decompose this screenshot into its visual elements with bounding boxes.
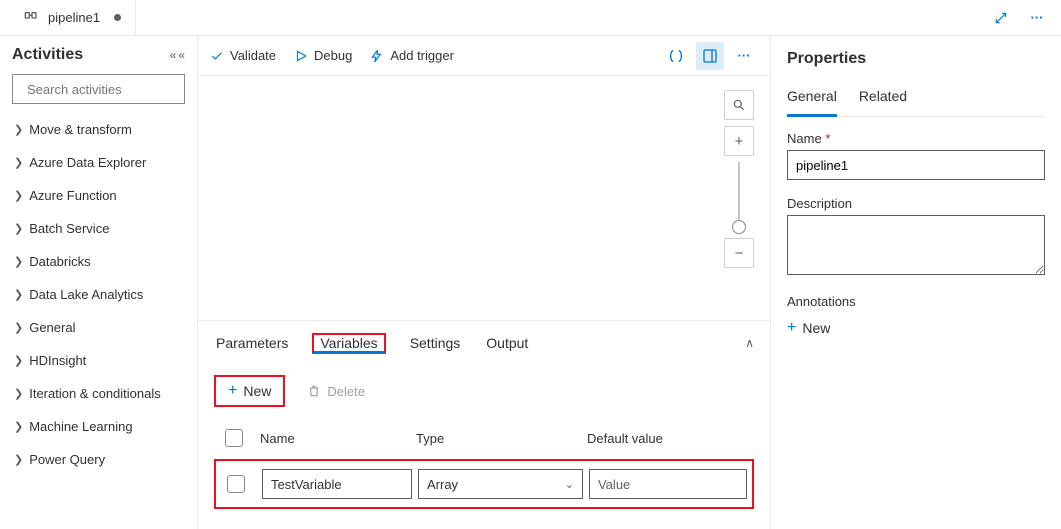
name-label: Name * <box>787 131 1045 146</box>
pipeline-name-input[interactable] <box>787 150 1045 180</box>
expand-icon[interactable] <box>987 4 1015 32</box>
add-trigger-button[interactable]: Add trigger <box>370 48 454 63</box>
sidebar-item-databricks[interactable]: ❯Databricks <box>12 248 185 275</box>
sidebar-item-batch-service[interactable]: ❯Batch Service <box>12 215 185 242</box>
plus-icon: + <box>787 319 796 337</box>
chevron-right-icon: ❯ <box>14 354 23 367</box>
tab-bar: pipeline1 ··· <box>0 0 1061 36</box>
variable-default-input[interactable]: Value <box>589 469 747 499</box>
plus-icon: + <box>228 382 237 400</box>
pipeline-editor: Validate Debug Add trigger ··· <box>198 36 771 529</box>
chevron-right-icon: ❯ <box>14 156 23 169</box>
delete-variable-button: Delete <box>295 379 377 404</box>
new-annotation-button[interactable]: + New <box>787 319 830 337</box>
select-all-checkbox[interactable] <box>225 429 243 447</box>
validate-button[interactable]: Validate <box>210 48 276 63</box>
variable-type-select[interactable]: Array ⌄ <box>418 469 583 499</box>
debug-button[interactable]: Debug <box>294 48 352 63</box>
chevron-right-icon: ❯ <box>14 420 23 433</box>
chevron-right-icon: ❯ <box>14 288 23 301</box>
tab-settings[interactable]: Settings <box>408 325 463 361</box>
chevron-right-icon: ❯ <box>14 123 23 136</box>
pipeline-tab[interactable]: pipeline1 <box>10 0 136 35</box>
config-panel: Parameters Variables Settings Output ∧ +… <box>198 320 770 529</box>
header-type: Type <box>416 431 581 446</box>
tab-output[interactable]: Output <box>484 325 530 361</box>
zoom-fit-button[interactable] <box>724 90 754 120</box>
chevron-right-icon: ❯ <box>14 387 23 400</box>
description-label: Description <box>787 196 1045 211</box>
zoom-in-button[interactable]: + <box>724 126 754 156</box>
trash-icon <box>307 384 321 398</box>
zoom-out-button[interactable]: − <box>724 238 754 268</box>
chevron-down-icon: ⌄ <box>565 478 574 491</box>
sidebar-item-iteration-conditionals[interactable]: ❯Iteration & conditionals <box>12 380 185 407</box>
sidebar-item-power-query[interactable]: ❯Power Query <box>12 446 185 473</box>
new-variable-button[interactable]: + New <box>214 375 285 407</box>
variables-header: Name Type Default value <box>214 421 754 455</box>
sidebar-item-hdinsight[interactable]: ❯HDInsight <box>12 347 185 374</box>
sidebar-item-azure-data-explorer[interactable]: ❯Azure Data Explorer <box>12 149 185 176</box>
properties-panel: Properties General Related Name * Descri… <box>771 36 1061 529</box>
check-icon <box>210 49 224 63</box>
search-icon <box>732 98 746 112</box>
sidebar-collapse-icon[interactable]: «« <box>170 48 185 62</box>
play-icon <box>294 49 308 63</box>
sidebar-item-azure-function[interactable]: ❯Azure Function <box>12 182 185 209</box>
row-checkbox[interactable] <box>227 475 245 493</box>
properties-toggle-icon[interactable] <box>696 42 724 70</box>
more-icon[interactable]: ··· <box>1023 4 1051 32</box>
zoom-slider-thumb[interactable] <box>732 220 746 234</box>
activities-sidebar: Activities «« ❯Move & transform ❯Azure D… <box>0 36 198 529</box>
chevron-right-icon: ❯ <box>14 453 23 466</box>
search-activities-input[interactable] <box>12 74 185 104</box>
sidebar-item-machine-learning[interactable]: ❯Machine Learning <box>12 413 185 440</box>
header-default: Default value <box>587 431 745 446</box>
tab-right-actions: ··· <box>987 4 1061 32</box>
zoom-controls: + − <box>724 90 754 268</box>
chevron-right-icon: ❯ <box>14 189 23 202</box>
tab-parameters[interactable]: Parameters <box>214 325 290 361</box>
header-name: Name <box>260 431 410 446</box>
zoom-slider[interactable] <box>738 162 740 232</box>
pipeline-toolbar: Validate Debug Add trigger ··· <box>198 36 770 76</box>
annotations-label: Annotations <box>787 294 1045 309</box>
sidebar-item-move-transform[interactable]: ❯Move & transform <box>12 116 185 143</box>
properties-title: Properties <box>787 50 1045 68</box>
tab-title: pipeline1 <box>48 10 100 25</box>
chevron-right-icon: ❯ <box>14 321 23 334</box>
unsaved-dot-icon <box>114 14 121 21</box>
pipeline-icon <box>24 10 40 26</box>
search-activities-field[interactable] <box>27 82 203 97</box>
properties-tabs: General Related <box>787 82 1045 117</box>
description-textarea[interactable] <box>787 215 1045 275</box>
chevron-right-icon: ❯ <box>14 222 23 235</box>
toolbar-more-icon[interactable]: ··· <box>730 42 758 70</box>
lightning-icon <box>370 49 384 63</box>
variable-name-input[interactable]: TestVariable <box>262 469 412 499</box>
sidebar-item-data-lake-analytics[interactable]: ❯Data Lake Analytics <box>12 281 185 308</box>
sidebar-item-general[interactable]: ❯General <box>12 314 185 341</box>
chevron-right-icon: ❯ <box>14 255 23 268</box>
variable-row: TestVariable Array ⌄ Value <box>214 459 754 509</box>
config-collapse-icon[interactable]: ∧ <box>745 336 754 350</box>
config-tabs: Parameters Variables Settings Output ∧ <box>198 321 770 365</box>
tab-variables[interactable]: Variables <box>312 333 385 354</box>
sidebar-title: Activities <box>12 46 83 64</box>
code-view-icon[interactable] <box>662 42 690 70</box>
tab-general[interactable]: General <box>787 82 837 117</box>
pipeline-canvas[interactable]: + − <box>198 76 770 320</box>
tab-related[interactable]: Related <box>859 82 907 116</box>
